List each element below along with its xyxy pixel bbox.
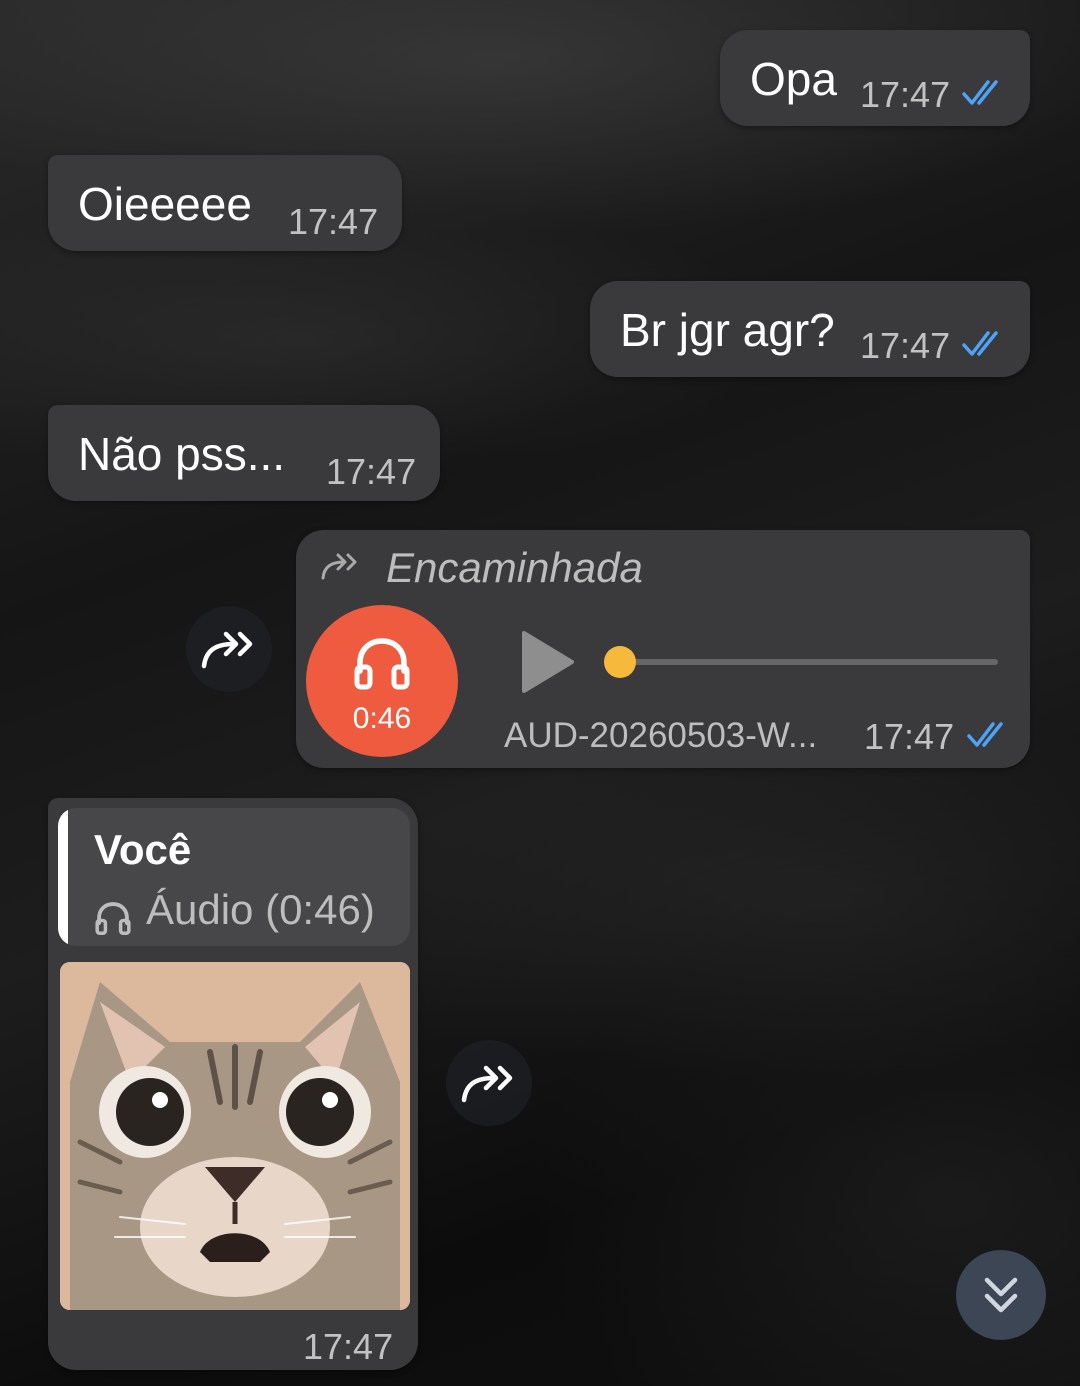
audio-avatar-button[interactable]: 0:46 <box>306 605 458 757</box>
forwarded-label: Encaminhada <box>386 544 643 591</box>
cat-face-illustration <box>60 962 410 1310</box>
quote-bar <box>58 808 68 946</box>
message-time: 17:47 <box>303 1326 394 1367</box>
message-time: 17:47 <box>864 716 955 757</box>
message-text: Oieeeee <box>78 178 252 230</box>
double-check-icon <box>967 722 1003 747</box>
audio-message-bubble[interactable]: Encaminhada 0:46 AUD-20260503-W... 17:47 <box>296 530 1030 768</box>
message-text: Br jgr agr? <box>620 304 835 356</box>
message-bubble-outgoing[interactable]: Br jgr agr? 17:47 <box>590 281 1030 377</box>
double-chevron-down-icon <box>984 1277 1018 1313</box>
message-time: 17:47 <box>288 201 379 242</box>
play-icon[interactable] <box>518 629 578 695</box>
headphones-icon <box>354 638 410 690</box>
message-time: 17:47 <box>860 325 951 366</box>
reply-message-bubble[interactable]: Você Áudio (0:46) 17:47 <box>48 798 418 1370</box>
message-time: 17:47 <box>326 451 417 492</box>
forward-arrow-icon <box>461 1065 513 1103</box>
audio-seek-track[interactable] <box>620 659 998 665</box>
quoted-text: Áudio (0:46) <box>146 886 375 933</box>
double-check-icon <box>962 80 998 105</box>
audio-duration: 0:46 <box>352 702 412 735</box>
double-check-icon <box>962 331 998 356</box>
headphones-icon <box>95 902 131 935</box>
quoted-message[interactable]: Você Áudio (0:46) <box>58 808 410 946</box>
scroll-to-bottom-button[interactable] <box>956 1250 1046 1340</box>
audio-seek-thumb[interactable] <box>604 646 636 678</box>
forward-arrow-icon <box>201 631 253 669</box>
forward-button[interactable] <box>446 1040 532 1126</box>
message-bubble-incoming[interactable]: Oieeeee 17:47 <box>48 155 402 251</box>
forward-button[interactable] <box>186 606 272 692</box>
message-text: Opa <box>750 53 837 105</box>
audio-filename: AUD-20260503-W... <box>504 716 818 755</box>
message-time: 17:47 <box>860 74 951 115</box>
cat-sticker-image[interactable] <box>60 962 410 1310</box>
quoted-author: Você <box>94 826 192 873</box>
message-text: Não pss... <box>78 428 286 480</box>
forwarded-icon <box>321 553 357 580</box>
message-bubble-outgoing[interactable]: Opa 17:47 <box>720 30 1030 126</box>
message-bubble-incoming[interactable]: Não pss... 17:47 <box>48 405 440 501</box>
